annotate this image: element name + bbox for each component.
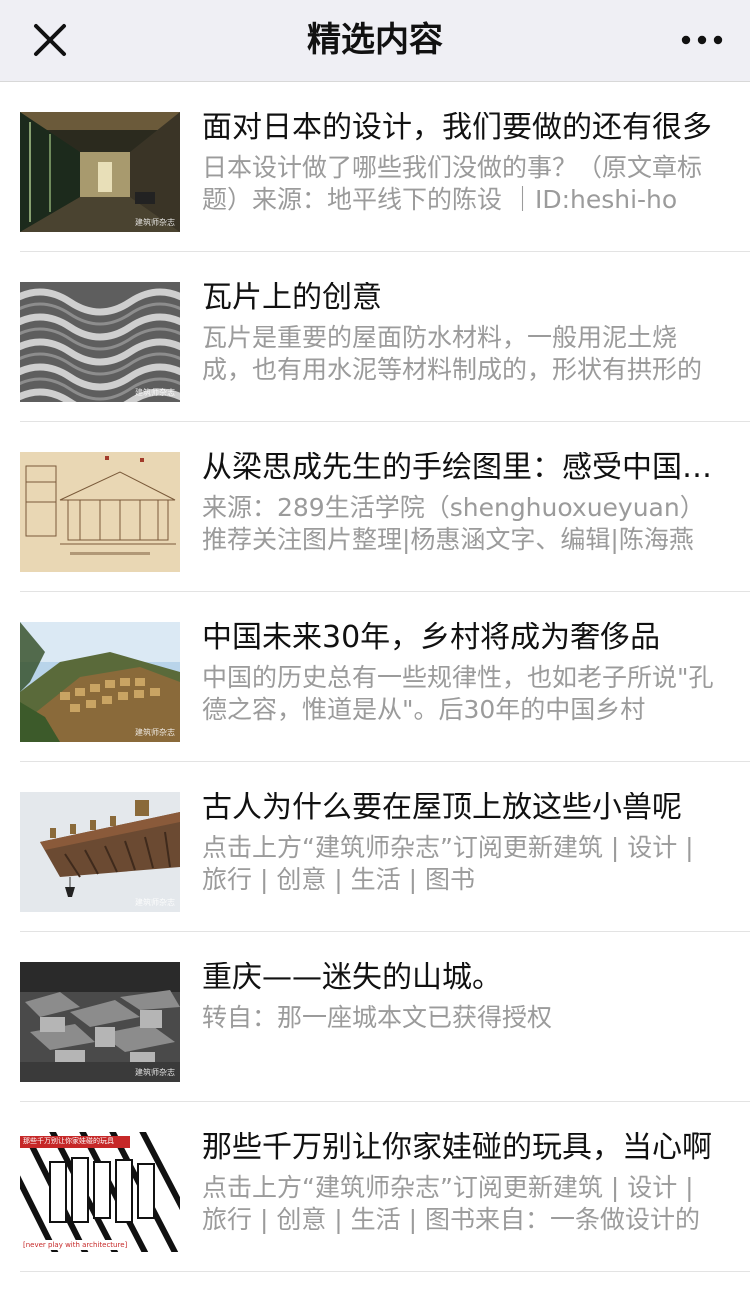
close-button[interactable] [22,15,78,65]
article-thumbnail [20,452,180,572]
article-title: 从梁思成先生的手绘图里：感受中国古建 [202,452,714,485]
article-description: 瓦片是重要的屋面防水材料，一般用泥土烧成，也有用水泥等材料制成的，形状有拱形的 [202,323,703,384]
article-title: 面对日本的设计，我们要做的还有很多 [202,112,712,145]
article-thumbnail: 建筑师杂志 [20,792,180,912]
article-description: 点击上方“建筑师杂志”订阅更新建筑 | 设计 | 旅行 | 创意 | 生活 | … [202,1173,700,1234]
thumbnail-banner-text: 那些千万别让你家娃碰的玩具 [23,1137,114,1145]
article-item[interactable]: 建筑师杂志 重庆——迷失的山城。 转自：那一座城本文已获得授权 [0,932,750,1102]
watermark: 建筑师杂志 [135,898,175,907]
more-button[interactable] [676,16,728,64]
article-item[interactable]: 从梁思成先生的手绘图里：感受中国古建 来源：289生活学院（shenghuoxu… [0,422,750,592]
watermark: 建筑师杂志 [135,728,175,737]
watermark: 建筑师杂志 [135,388,175,397]
article-text: 中国未来30年，乡村将成为奢侈品 中国的历史总有一些规律性，也如老子所说"孔德之… [202,622,714,762]
article-text: 古人为什么要在屋顶上放这些小兽呢 点击上方“建筑师杂志”订阅更新建筑 | 设计 … [202,792,714,932]
top-bar: 精选内容 [0,0,750,82]
article-title: 中国未来30年，乡村将成为奢侈品 [202,622,661,655]
article-description: 点击上方“建筑师杂志”订阅更新建筑 | 设计 | 旅行 | 创意 | 生活 | … [202,833,694,894]
article-description: 来源：289生活学院（shenghuoxueyuan）推荐关注图片整理|杨惠涵文… [202,493,705,554]
article-item[interactable]: 建筑师杂志 古人为什么要在屋顶上放这些小兽呢 点击上方“建筑师杂志”订阅更新建筑… [0,762,750,932]
article-text: 那些千万别让你家娃碰的玩具，当心啊 点击上方“建筑师杂志”订阅更新建筑 | 设计… [202,1132,714,1272]
more-dots-icon [681,35,723,45]
article-item[interactable]: 那些千万别让你家娃碰的玩具 [never play with architect… [0,1102,750,1272]
article-item[interactable]: 建筑师杂志 面对日本的设计，我们要做的还有很多 日本设计做了哪些我们没做的事？（… [0,82,750,252]
article-thumbnail: 建筑师杂志 [20,282,180,402]
article-description: 中国的历史总有一些规律性，也如老子所说"孔德之容，惟道是从"。后30年的中国乡村 [202,663,714,724]
article-description: 转自：那一座城本文已获得授权 [202,1003,553,1032]
article-text: 从梁思成先生的手绘图里：感受中国古建 来源：289生活学院（shenghuoxu… [202,452,714,592]
article-item[interactable]: 建筑师杂志 瓦片上的创意 瓦片是重要的屋面防水材料，一般用泥土烧成，也有用水泥等… [0,252,750,422]
close-icon [34,24,66,56]
article-item[interactable]: 建筑师杂志 中国未来30年，乡村将成为奢侈品 中国的历史总有一些规律性，也如老子… [0,592,750,762]
thumbnail-caption: [never play with architecture] [23,1241,128,1249]
article-title: 古人为什么要在屋顶上放这些小兽呢 [202,792,682,825]
article-title: 那些千万别让你家娃碰的玩具，当心啊 [202,1132,712,1165]
article-thumbnail: 那些千万别让你家娃碰的玩具 [never play with architect… [20,1132,180,1252]
article-text: 重庆——迷失的山城。 转自：那一座城本文已获得授权 [202,962,714,1102]
watermark: 建筑师杂志 [135,1068,175,1077]
article-description: 日本设计做了哪些我们没做的事？（原文章标题）来源：地平线下的陈设 ｜ID:hes… [202,153,703,214]
article-list: 建筑师杂志 面对日本的设计，我们要做的还有很多 日本设计做了哪些我们没做的事？（… [0,82,750,1272]
article-thumbnail: 建筑师杂志 [20,112,180,232]
watermark: 建筑师杂志 [135,218,175,227]
article-thumbnail: 建筑师杂志 [20,962,180,1082]
article-text: 面对日本的设计，我们要做的还有很多 日本设计做了哪些我们没做的事？（原文章标题）… [202,112,714,252]
article-title: 瓦片上的创意 [202,282,382,315]
article-text: 瓦片上的创意 瓦片是重要的屋面防水材料，一般用泥土烧成，也有用水泥等材料制成的，… [202,282,714,422]
article-thumbnail: 建筑师杂志 [20,622,180,742]
page-title: 精选内容 [307,20,443,60]
article-title: 重庆——迷失的山城。 [202,962,502,995]
